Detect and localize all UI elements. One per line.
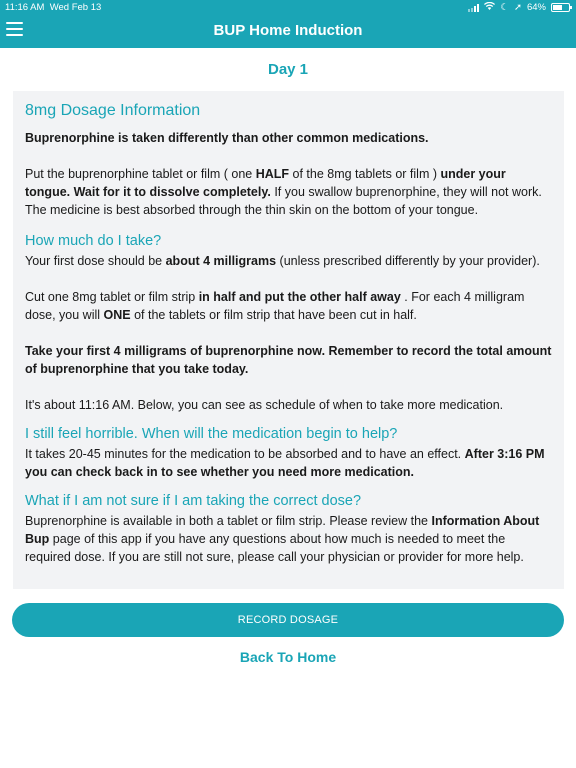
cut-tablet-text: Cut one 8mg tablet or film strip in half… [25,290,525,322]
cellular-signal-icon [468,3,480,12]
not-sure-text: Buprenorphine is available in both a tab… [25,514,540,564]
status-right: ☾ ➚ 64% [468,1,572,13]
location-arrow-icon: ➚ [514,2,522,13]
instructions-text: Put the buprenorphine tablet or film ( o… [25,167,542,217]
day-label: Day 1 [267,61,309,78]
status-bar: 11:16 AM Wed Feb 13 ☾ ➚ 64% [0,0,576,16]
take-dose-text: Take your first 4 milligrams of buprenor… [25,344,552,376]
first-dose-text: Your first dose should be about 4 millig… [25,254,540,268]
back-to-home-link[interactable]: Back To Home [0,649,576,665]
status-time: 11:16 AM Wed Feb 13 [5,2,102,13]
feel-horrible-heading: I still feel horrible. When will the med… [25,426,398,442]
battery-icon [551,3,572,12]
dosage-info-card: 8mg Dosage Information Buprenorphine is … [13,91,564,589]
absorption-text: It takes 20-45 minutes for the medicatio… [25,447,545,479]
schedule-text: It's about 11:16 AM. Below, you can see … [25,398,504,412]
app-header: 11:16 AM Wed Feb 13 ☾ ➚ 64% BUP Home Ind… [0,0,576,48]
intro-text: Buprenorphine is taken differently than … [25,131,429,145]
battery-percent: 64% [526,2,546,13]
wifi-icon [484,1,496,13]
card-heading: 8mg Dosage Information [25,102,201,119]
record-dosage-button[interactable]: RECORD DOSAGE [12,603,564,637]
moon-icon: ☾ [500,2,510,13]
not-sure-heading: What if I am not sure if I am taking the… [25,493,362,509]
page-title: BUP Home Induction [213,22,363,39]
how-much-heading: How much do I take? [25,233,162,249]
